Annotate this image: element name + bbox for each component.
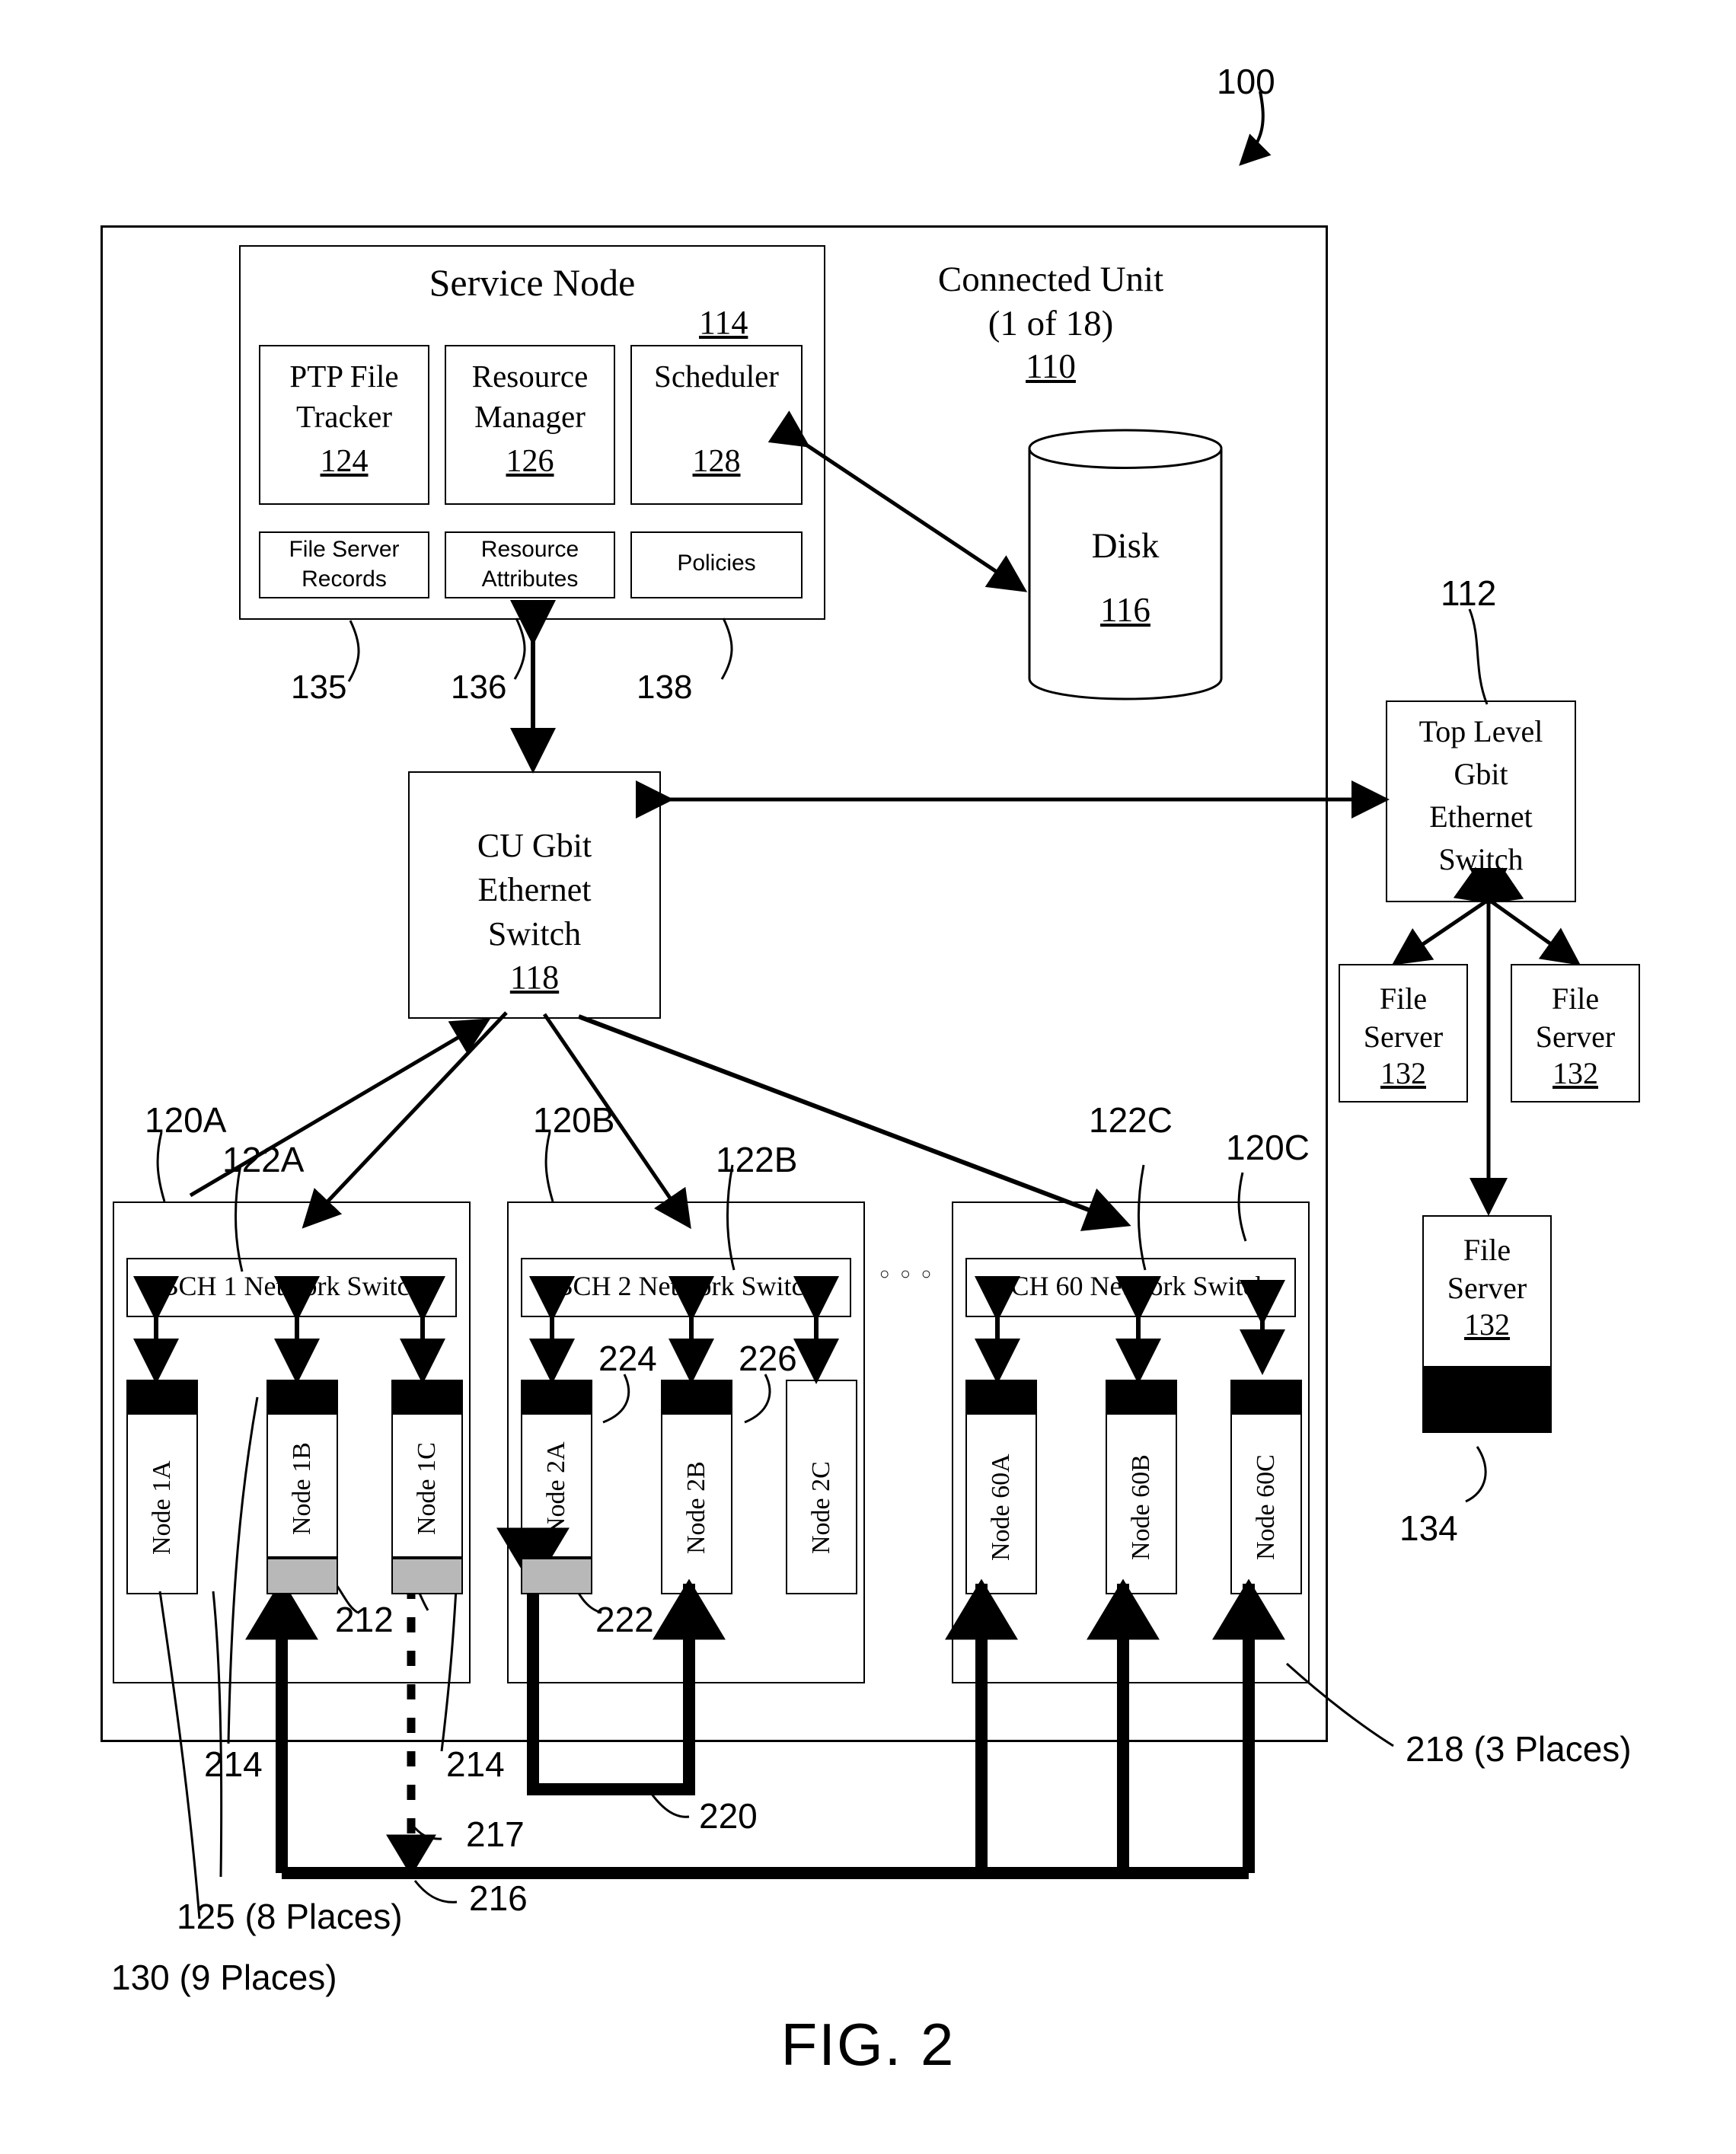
top-switch-label-line4: Switch bbox=[1438, 842, 1524, 876]
callout-130: 130 (9 Places) bbox=[111, 1958, 337, 1997]
scheduler-ref: 128 bbox=[692, 444, 741, 479]
file-server-bottom-line1: File bbox=[1463, 1233, 1511, 1267]
policies-ref: 138 bbox=[637, 669, 693, 706]
node-1b-label: Node 1B bbox=[288, 1442, 316, 1535]
callout-226: 226 bbox=[739, 1339, 797, 1378]
callout-216: 216 bbox=[469, 1878, 528, 1918]
bch-2-switch-ref-122b: 122B bbox=[716, 1140, 798, 1179]
connected-unit-ref: 110 bbox=[1026, 347, 1076, 385]
connected-unit-title-line1: Connected Unit bbox=[937, 260, 1164, 299]
node-60a-label: Node 60A bbox=[987, 1454, 1015, 1562]
callout-125: 125 (8 Places) bbox=[177, 1897, 403, 1936]
file-server-bottom-ref: 132 bbox=[1464, 1307, 1510, 1342]
node-60c-label: Node 60C bbox=[1252, 1454, 1280, 1561]
resource-attributes-ref: 136 bbox=[451, 669, 507, 706]
node-2a-grey-cap bbox=[521, 1558, 592, 1594]
node-1a-black-cap bbox=[126, 1380, 198, 1413]
callout-217: 217 bbox=[466, 1814, 525, 1854]
bch-1-switch-ref-122a: 122A bbox=[222, 1140, 305, 1179]
top-switch-label-line1: Top Level bbox=[1418, 714, 1543, 748]
bch-groups-ellipsis: ○ ○ ○ bbox=[879, 1264, 935, 1283]
cu-switch-ref: 118 bbox=[509, 959, 560, 996]
node-2c-label: Node 2C bbox=[807, 1461, 835, 1554]
node-1c-black-cap bbox=[391, 1380, 463, 1413]
top-switch-label-line2: Gbit bbox=[1454, 757, 1508, 791]
node-1a-label: Node 1A bbox=[148, 1460, 176, 1555]
resource-attributes-label-line1: Resource bbox=[480, 537, 579, 562]
callout-214-left: 214 bbox=[204, 1744, 263, 1784]
node-60b-black-cap bbox=[1106, 1380, 1177, 1413]
resource-attributes-label-line2: Attributes bbox=[481, 566, 579, 592]
system-reference-100: 100 bbox=[1217, 62, 1275, 101]
callout-222: 222 bbox=[595, 1600, 654, 1639]
cu-switch-label-line2: Ethernet bbox=[477, 871, 592, 908]
resource-manager-label-line2: Manager bbox=[474, 399, 586, 434]
cu-switch-label-line1: CU Gbit bbox=[477, 827, 592, 864]
file-server-right-ref: 132 bbox=[1553, 1056, 1598, 1090]
bch-group-60-ref-120c: 120C bbox=[1226, 1128, 1310, 1167]
callout-224: 224 bbox=[598, 1339, 657, 1378]
callout-214-right: 214 bbox=[446, 1744, 505, 1784]
bch-2-network-switch-label: BCH 2 Network Switch bbox=[554, 1271, 818, 1301]
file-server-records-ref: 135 bbox=[291, 669, 347, 706]
file-server-left-line2: Server bbox=[1363, 1020, 1444, 1054]
patent-figure-page: 100 Service Node 114 PTP File Tracker 12… bbox=[0, 0, 1736, 2154]
node-60b-label: Node 60B bbox=[1127, 1454, 1155, 1561]
bch-60-network-switch-label: BCH 60 Network Switch bbox=[992, 1271, 1269, 1301]
node-2b-label: Node 2B bbox=[682, 1461, 710, 1554]
callout-212: 212 bbox=[335, 1600, 394, 1639]
file-server-records-label-line2: Records bbox=[302, 566, 387, 592]
bch-1-network-switch-label: BCH 1 Network Switch bbox=[160, 1271, 423, 1301]
node-2b-black-cap bbox=[661, 1380, 732, 1413]
node-1b-black-cap bbox=[266, 1380, 338, 1413]
figure-caption: FIG. 2 bbox=[780, 2011, 956, 2078]
scheduler-label: Scheduler bbox=[654, 359, 779, 394]
disk-label: Disk bbox=[1091, 526, 1160, 566]
file-server-left-ref: 132 bbox=[1380, 1056, 1426, 1090]
callout-218: 218 (3 Places) bbox=[1406, 1729, 1632, 1769]
node-60c-black-cap bbox=[1230, 1380, 1302, 1413]
resource-manager-ref: 126 bbox=[506, 444, 554, 479]
resource-manager-label-line1: Resource bbox=[471, 359, 589, 394]
bch-60-switch-ref-122c: 122C bbox=[1089, 1100, 1173, 1140]
callout-220: 220 bbox=[699, 1796, 758, 1836]
node-1c-label: Node 1C bbox=[413, 1442, 441, 1535]
file-server-bottom-line2: Server bbox=[1447, 1271, 1527, 1305]
top-switch-label-line3: Ethernet bbox=[1429, 799, 1533, 834]
node-2a-black-cap bbox=[521, 1380, 592, 1413]
node-1b-grey-cap bbox=[266, 1558, 338, 1594]
ptp-file-tracker-label-line2: Tracker bbox=[295, 399, 392, 434]
file-server-left-line1: File bbox=[1379, 981, 1428, 1016]
bch-group-2-ref-120b: 120B bbox=[533, 1100, 615, 1140]
file-server-right-line2: Server bbox=[1535, 1020, 1616, 1054]
service-node-title: Service Node bbox=[429, 261, 636, 304]
file-server-storage-bar-ref-134: 134 bbox=[1399, 1508, 1458, 1548]
node-1c-grey-cap bbox=[391, 1558, 463, 1594]
policies-label: Policies bbox=[677, 550, 756, 576]
bch-group-1-ref-120a: 120A bbox=[145, 1100, 227, 1140]
file-server-storage-bar bbox=[1422, 1367, 1552, 1433]
node-2a-label: Node 2A bbox=[542, 1441, 570, 1536]
file-server-right-line1: File bbox=[1551, 981, 1600, 1016]
file-server-records-label-line1: File Server bbox=[289, 537, 400, 562]
ptp-file-tracker-label-line1: PTP File bbox=[289, 359, 399, 394]
node-60a-black-cap bbox=[965, 1380, 1037, 1413]
ptp-file-tracker-ref: 124 bbox=[320, 444, 369, 479]
top-switch-ref-112: 112 bbox=[1441, 573, 1497, 613]
disk-ref: 116 bbox=[1100, 591, 1150, 629]
cu-switch-label-line3: Switch bbox=[487, 915, 582, 953]
connected-unit-title-line2: (1 of 18) bbox=[988, 304, 1114, 343]
service-node-ref: 114 bbox=[699, 304, 748, 341]
